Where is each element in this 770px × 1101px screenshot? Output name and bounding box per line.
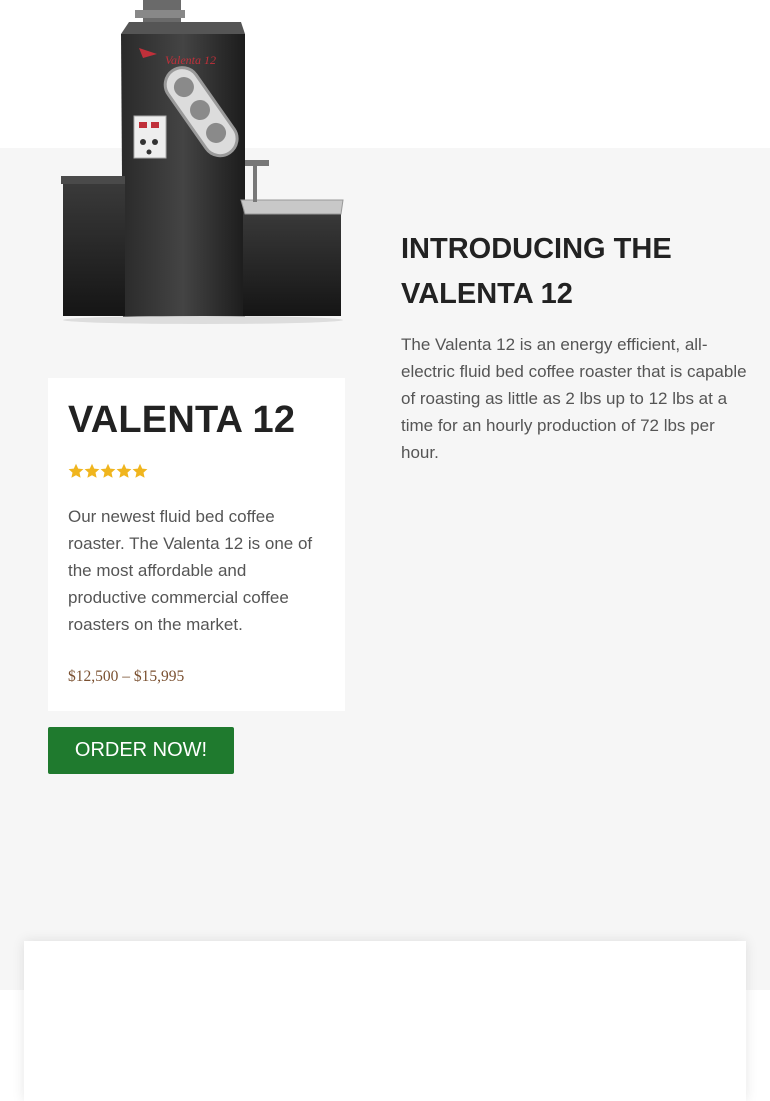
product-title: VALENTA 12 — [68, 399, 296, 441]
star-rating — [68, 463, 325, 481]
star-icon — [100, 463, 116, 478]
product-card: VALENTA 12 Our newest fluid bed coffee r… — [48, 378, 345, 711]
star-icon — [132, 463, 148, 478]
star-icon — [68, 463, 84, 478]
bottom-content-card — [24, 941, 746, 1101]
star-icon — [84, 463, 100, 478]
intro-heading: INTRODUCING THE VALENTA 12 — [401, 233, 672, 310]
product-image: Valenta 12 — [55, 0, 350, 325]
intro-text: The Valenta 12 is an energy efficient, a… — [401, 335, 747, 462]
product-description: Our newest fluid bed coffee roaster. The… — [68, 507, 313, 634]
star-icon — [116, 463, 132, 478]
product-price: $12,500 – $15,995 — [68, 668, 185, 685]
product-brand-text: Valenta 12 — [165, 53, 216, 67]
order-now-button[interactable]: ORDER NOW! — [48, 727, 234, 774]
